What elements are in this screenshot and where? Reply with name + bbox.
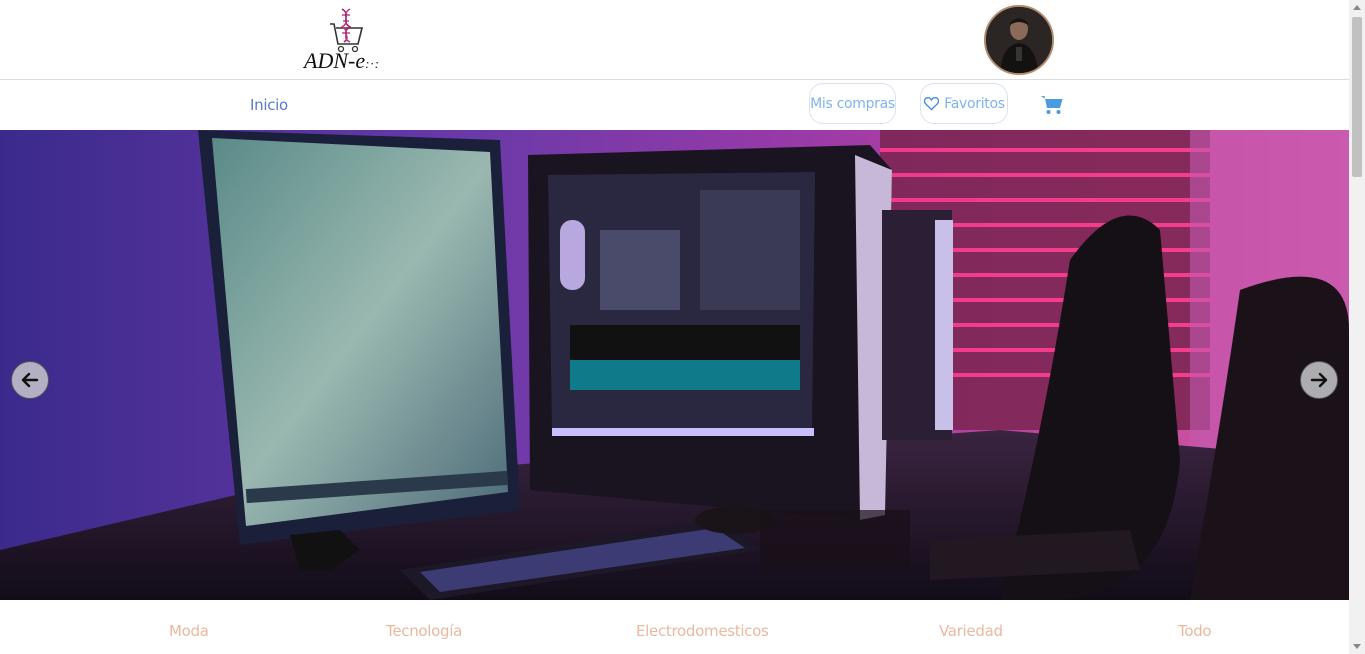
arrow-left-icon <box>21 372 39 388</box>
category-moda[interactable]: Moda <box>169 622 209 640</box>
category-tecnologia[interactable]: Tecnología <box>386 622 462 640</box>
my-purchases-label: Mis compras <box>810 95 895 112</box>
vertical-scrollbar[interactable] <box>1349 0 1365 654</box>
nav-home-link[interactable]: Inicio <box>250 96 288 114</box>
scroll-down-arrow-icon[interactable] <box>1353 644 1361 649</box>
favorites-label: Favoritos <box>944 95 1005 112</box>
category-variedad[interactable]: Variedad <box>939 622 1003 640</box>
hero-carousel <box>0 130 1349 600</box>
user-avatar[interactable] <box>984 5 1054 75</box>
my-purchases-button[interactable]: Mis compras <box>809 83 896 124</box>
site-logo[interactable]: ADN-e:·: <box>300 6 395 74</box>
nav-bar: Inicio Mis compras Favoritos <box>0 80 1349 130</box>
arrow-right-icon <box>1310 372 1328 388</box>
top-header: ADN-e:·: <box>0 0 1349 80</box>
scroll-up-arrow-icon[interactable] <box>1353 5 1361 10</box>
shopping-cart-icon[interactable] <box>1040 94 1064 116</box>
heart-icon <box>924 97 940 111</box>
gaming-setup-photo <box>0 130 1349 600</box>
carousel-next-button[interactable] <box>1300 361 1338 399</box>
scroll-thumb[interactable] <box>1352 17 1362 177</box>
logo-text: ADN-e:·: <box>304 48 381 73</box>
category-bar: Moda Tecnología Electrodomesticos Varied… <box>0 600 1349 654</box>
category-todo[interactable]: Todo <box>1178 622 1212 640</box>
category-electrodomesticos[interactable]: Electrodomesticos <box>636 622 769 640</box>
favorites-button[interactable]: Favoritos <box>920 83 1008 124</box>
avatar-photo-icon <box>986 7 1052 73</box>
carousel-prev-button[interactable] <box>11 361 49 399</box>
